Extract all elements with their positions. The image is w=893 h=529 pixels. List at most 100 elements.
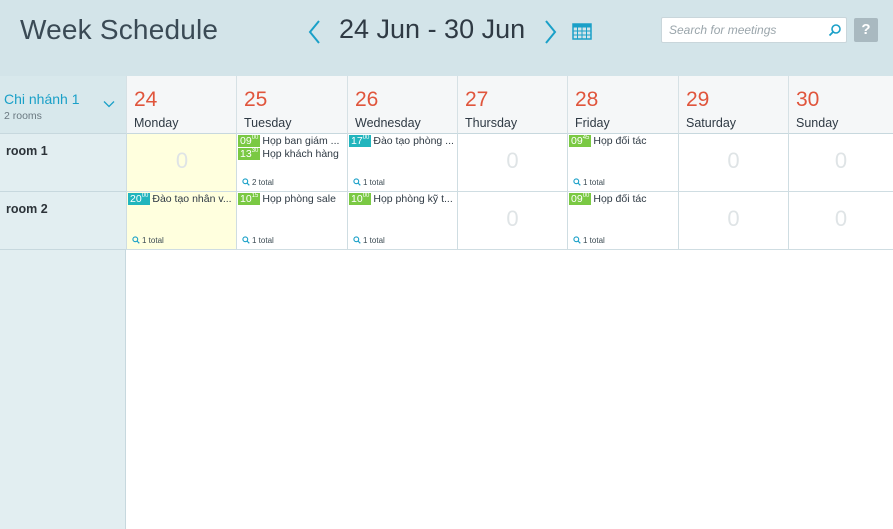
day-name: Monday [134,116,179,130]
calendar-icon [572,23,592,40]
schedule-cell[interactable]: 0900 Họp ban giám ... 1330 Họp khách hàng 2 … [236,134,347,192]
total-link[interactable]: 1 total [573,236,605,245]
schedule-cell[interactable]: 0 [457,134,567,192]
empty-count: 0 [727,148,740,173]
meeting-minute: 00 [251,135,259,141]
total-count: 1 total [583,178,605,187]
meeting-minute: 30 [251,148,259,154]
schedule-cell[interactable]: 0 [126,134,237,192]
day-number: 27 [465,88,489,111]
room-name: room 1 [6,144,48,158]
meeting-minute: 00 [582,193,590,199]
meeting-title: Họp ban giám ... [262,135,340,147]
total-link[interactable]: 1 total [132,236,164,245]
day-name: Tuesday [244,116,292,130]
meeting-title: Họp phòng sale [262,193,336,205]
chevron-right-icon [545,20,557,44]
total-count: 1 total [142,236,164,245]
meeting-item[interactable]: 1700 Đào tạo phòng ... [349,135,456,147]
meeting-hour: 17 [351,135,363,147]
empty-count: 0 [506,148,519,173]
meeting-item[interactable]: 1000 Họp phòng kỹ t... [349,193,456,205]
day-number: 24 [134,88,158,111]
branch-room-count: 2 rooms [4,110,42,122]
day-number: 28 [575,88,599,111]
search-icon[interactable] [828,23,842,37]
day-header-thursday: 27 Thursday [457,76,567,134]
empty-count: 0 [834,206,848,231]
schedule-cell[interactable]: 0945 Họp đối tác 1 total [567,134,678,192]
total-link[interactable]: 1 total [242,236,274,245]
meeting-item[interactable]: 1015 Họp phòng sale [238,193,345,205]
total-count: 2 total [252,178,274,187]
room-row-1: room 1 [0,134,126,192]
sidebar: Chi nhánh 1 2 rooms room 1 room 2 [0,76,126,529]
meeting-minute: 45 [582,135,590,141]
schedule-cell[interactable]: 0 [678,192,788,250]
total-link[interactable]: 1 total [353,236,385,245]
meeting-time-badge: 2000 [128,193,151,205]
next-week-button[interactable] [540,18,560,46]
day-name: Wednesday [355,116,421,130]
schedule-cell[interactable]: 0 [788,192,893,250]
day-header-friday: 28 Friday [567,76,678,134]
empty-count: 0 [727,206,740,231]
day-number: 25 [244,88,268,111]
meeting-hour: 09 [571,135,583,147]
day-number: 30 [796,88,820,111]
meeting-time-badge: 0900 [238,135,261,147]
meeting-item[interactable]: 2000 Đào tạo nhân v... [128,193,235,205]
meeting-title: Họp đối tác [593,135,647,147]
meeting-minute: 00 [362,193,370,199]
meeting-title: Đào tạo nhân v... [152,193,232,205]
meeting-hour: 13 [240,148,252,160]
meeting-time-badge: 0900 [569,193,592,205]
meeting-hour: 09 [240,135,252,147]
empty-count: 0 [506,206,519,231]
schedule-cell[interactable]: 1000 Họp phòng kỹ t... 1 total [347,192,457,250]
meeting-hour: 10 [240,193,252,205]
magnifier-icon [242,178,250,186]
branch-selector[interactable]: Chi nhánh 1 2 rooms [0,76,126,134]
day-number: 29 [686,88,710,111]
schedule-cell[interactable]: 1015 Họp phòng sale 1 total [236,192,347,250]
search-input[interactable] [669,21,819,39]
meeting-title: Họp đối tác [593,193,647,205]
meeting-minute: 00 [362,135,370,141]
day-header-monday: 24 Monday [126,76,237,134]
meeting-time-badge: 1000 [349,193,372,205]
total-link[interactable]: 1 total [573,178,605,187]
meeting-item[interactable]: 0900 Họp đối tác [569,193,676,205]
meeting-item[interactable]: 0900 Họp ban giám ... [238,135,345,147]
help-button[interactable]: ? [854,18,878,42]
day-header-wednesday: 26 Wednesday [347,76,457,134]
meeting-time-badge: 0945 [569,135,592,147]
total-link[interactable]: 1 total [353,178,385,187]
meeting-item[interactable]: 1330 Họp khách hàng [238,148,345,160]
meeting-item[interactable]: 0945 Họp đối tác [569,135,676,147]
page-title: Week Schedule [20,14,219,45]
day-name: Friday [575,116,610,130]
previous-week-button[interactable] [305,18,325,46]
branch-name: Chi nhánh 1 [4,91,80,107]
schedule-cell[interactable]: 2000 Đào tạo nhân v... 1 total [126,192,237,250]
schedule-cell[interactable]: 0 [678,134,788,192]
meeting-hour: 20 [130,193,142,205]
meeting-title: Đào tạo phòng ... [373,135,454,147]
schedule-cell[interactable]: 0 [788,134,893,192]
magnifier-icon [573,236,581,244]
calendar-picker-button[interactable] [572,22,592,40]
total-link[interactable]: 2 total [242,178,274,187]
schedule-cell[interactable]: 0 [457,192,567,250]
day-name: Thursday [465,116,518,130]
room-name: room 2 [6,202,48,216]
header-bar: Week Schedule 24 Jun - 30 Jun ? [0,0,893,76]
day-header-saturday: 29 Saturday [678,76,788,134]
schedule-cell[interactable]: 1700 Đào tạo phòng ... 1 total [347,134,457,192]
meeting-time-badge: 1330 [238,148,261,160]
search-box [661,17,847,43]
magnifier-icon [132,236,140,244]
schedule-cell[interactable]: 0900 Họp đối tác 1 total [567,192,678,250]
magnifier-icon [242,236,250,244]
day-header-sunday: 30 Sunday [788,76,893,134]
